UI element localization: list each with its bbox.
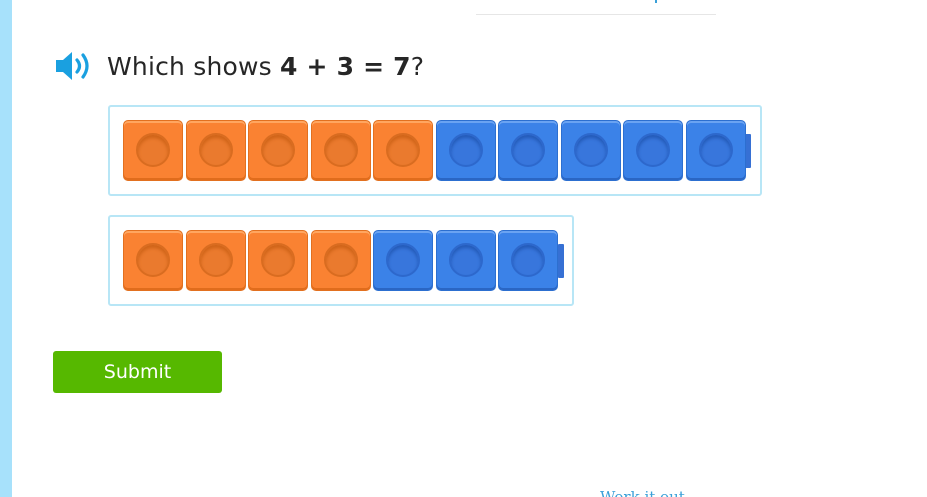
orange-cube — [185, 230, 246, 291]
cube-knob — [136, 243, 170, 277]
orange-cube — [123, 120, 183, 181]
top-link-fragment — [655, 0, 657, 3]
orange-cube — [310, 230, 371, 291]
cube-knob — [386, 133, 420, 167]
cube-knob — [323, 243, 358, 277]
cube-train — [123, 120, 751, 181]
question-text: Which shows 4 + 3 = 7? — [107, 52, 424, 81]
blue-cube — [498, 120, 558, 181]
cube-knob — [261, 133, 295, 167]
cube-knob — [511, 243, 545, 277]
blue-cube — [560, 120, 621, 181]
question-suffix: ? — [410, 51, 425, 81]
blue-cube — [435, 120, 496, 181]
question-prefix: Which shows — [107, 51, 281, 81]
cube-knob — [323, 133, 358, 167]
cube-connector — [745, 134, 751, 168]
question-row: Which shows 4 + 3 = 7? — [53, 46, 424, 86]
cube-knob — [511, 133, 545, 167]
cube-train — [123, 230, 564, 291]
practice-page: Which shows 4 + 3 = 7? Submit Work it ou… — [0, 0, 927, 497]
answer-option-b[interactable] — [108, 215, 574, 306]
blue-cube — [435, 230, 496, 291]
question-equation: 4 + 3 = 7 — [280, 51, 411, 81]
cube-knob — [198, 133, 233, 167]
cube-knob — [573, 133, 608, 167]
left-sidebar-stripe — [0, 0, 12, 497]
submit-button[interactable]: Submit — [53, 351, 222, 393]
orange-cube — [123, 230, 183, 291]
cube-knob — [636, 133, 670, 167]
orange-cube — [373, 120, 433, 181]
blue-cube — [685, 120, 746, 181]
cube-knob — [198, 243, 233, 277]
cube-knob — [261, 243, 295, 277]
orange-cube — [310, 120, 371, 181]
top-divider — [476, 14, 716, 15]
speaker-icon[interactable] — [53, 46, 97, 86]
orange-cube — [185, 120, 246, 181]
answer-option-a[interactable] — [108, 105, 762, 196]
cube-knob — [448, 243, 483, 277]
cube-knob — [136, 133, 170, 167]
blue-cube — [498, 230, 558, 291]
cube-knob — [386, 243, 420, 277]
cube-knob — [448, 133, 483, 167]
cube-knob — [698, 133, 733, 167]
cube-connector — [557, 244, 564, 278]
blue-cube — [623, 120, 683, 181]
orange-cube — [248, 120, 308, 181]
blue-cube — [373, 230, 433, 291]
work-it-out-link[interactable]: Work it out — [600, 488, 685, 497]
orange-cube — [248, 230, 308, 291]
